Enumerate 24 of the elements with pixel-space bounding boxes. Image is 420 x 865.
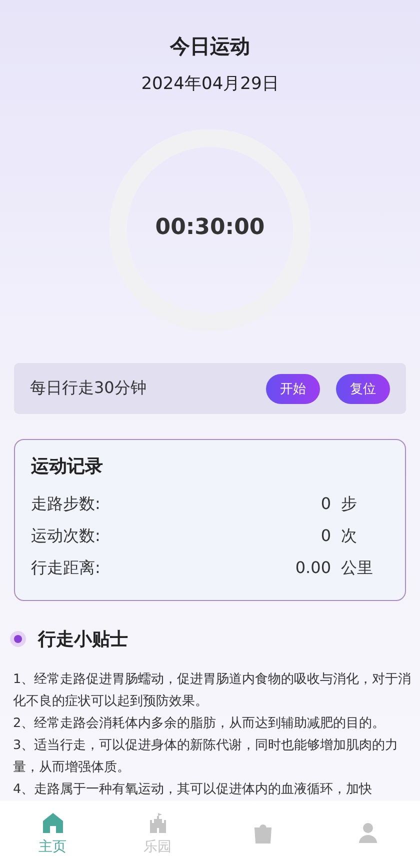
record-unit: 公里	[340, 557, 374, 579]
bullet-icon	[14, 635, 22, 643]
timer-text: 00:30:00	[154, 215, 266, 240]
tip-text: 3、适当行走，可以促进身体的新陈代谢，同时也能够增加肌肉的力量，从而增强体质。	[13, 737, 400, 777]
record-value: 0.00	[295, 557, 331, 579]
tips-title: 行走小贴士	[38, 628, 128, 651]
record-unit: 次	[340, 525, 358, 547]
task-label: 每日行走30分钟	[30, 378, 146, 399]
tip-text: 1、经常走路促进胃肠蠕动，促进胃肠道内食物的吸收与消化，对于消化不良的症状可以起到预防效果。	[13, 671, 412, 711]
page-title: 今日运动	[168, 33, 251, 60]
reset-button[interactable]: 复位	[336, 374, 390, 404]
record-label: 走路步数:	[31, 493, 100, 515]
record-label: 运动次数:	[31, 525, 100, 547]
record-value: 0	[320, 493, 331, 515]
start-button[interactable]: 开始	[266, 374, 320, 404]
date-text: 2024年04月29日	[140, 73, 280, 95]
tab-item[interactable]: 主页	[0, 801, 105, 865]
tip-text: 4、走路属于一种有氧运动，其可以促进体内的血液循环，加快	[13, 781, 374, 799]
record-label: 行走距离:	[31, 557, 100, 579]
home-icon	[40, 810, 64, 834]
record-unit: 步	[340, 493, 358, 515]
card-title: 运动记录	[31, 455, 104, 478]
record-value: 0	[320, 525, 331, 547]
tip-text: 2、经常走路会消耗体内多余的脂肪，从而达到辅助减肥的目的。	[13, 715, 386, 733]
